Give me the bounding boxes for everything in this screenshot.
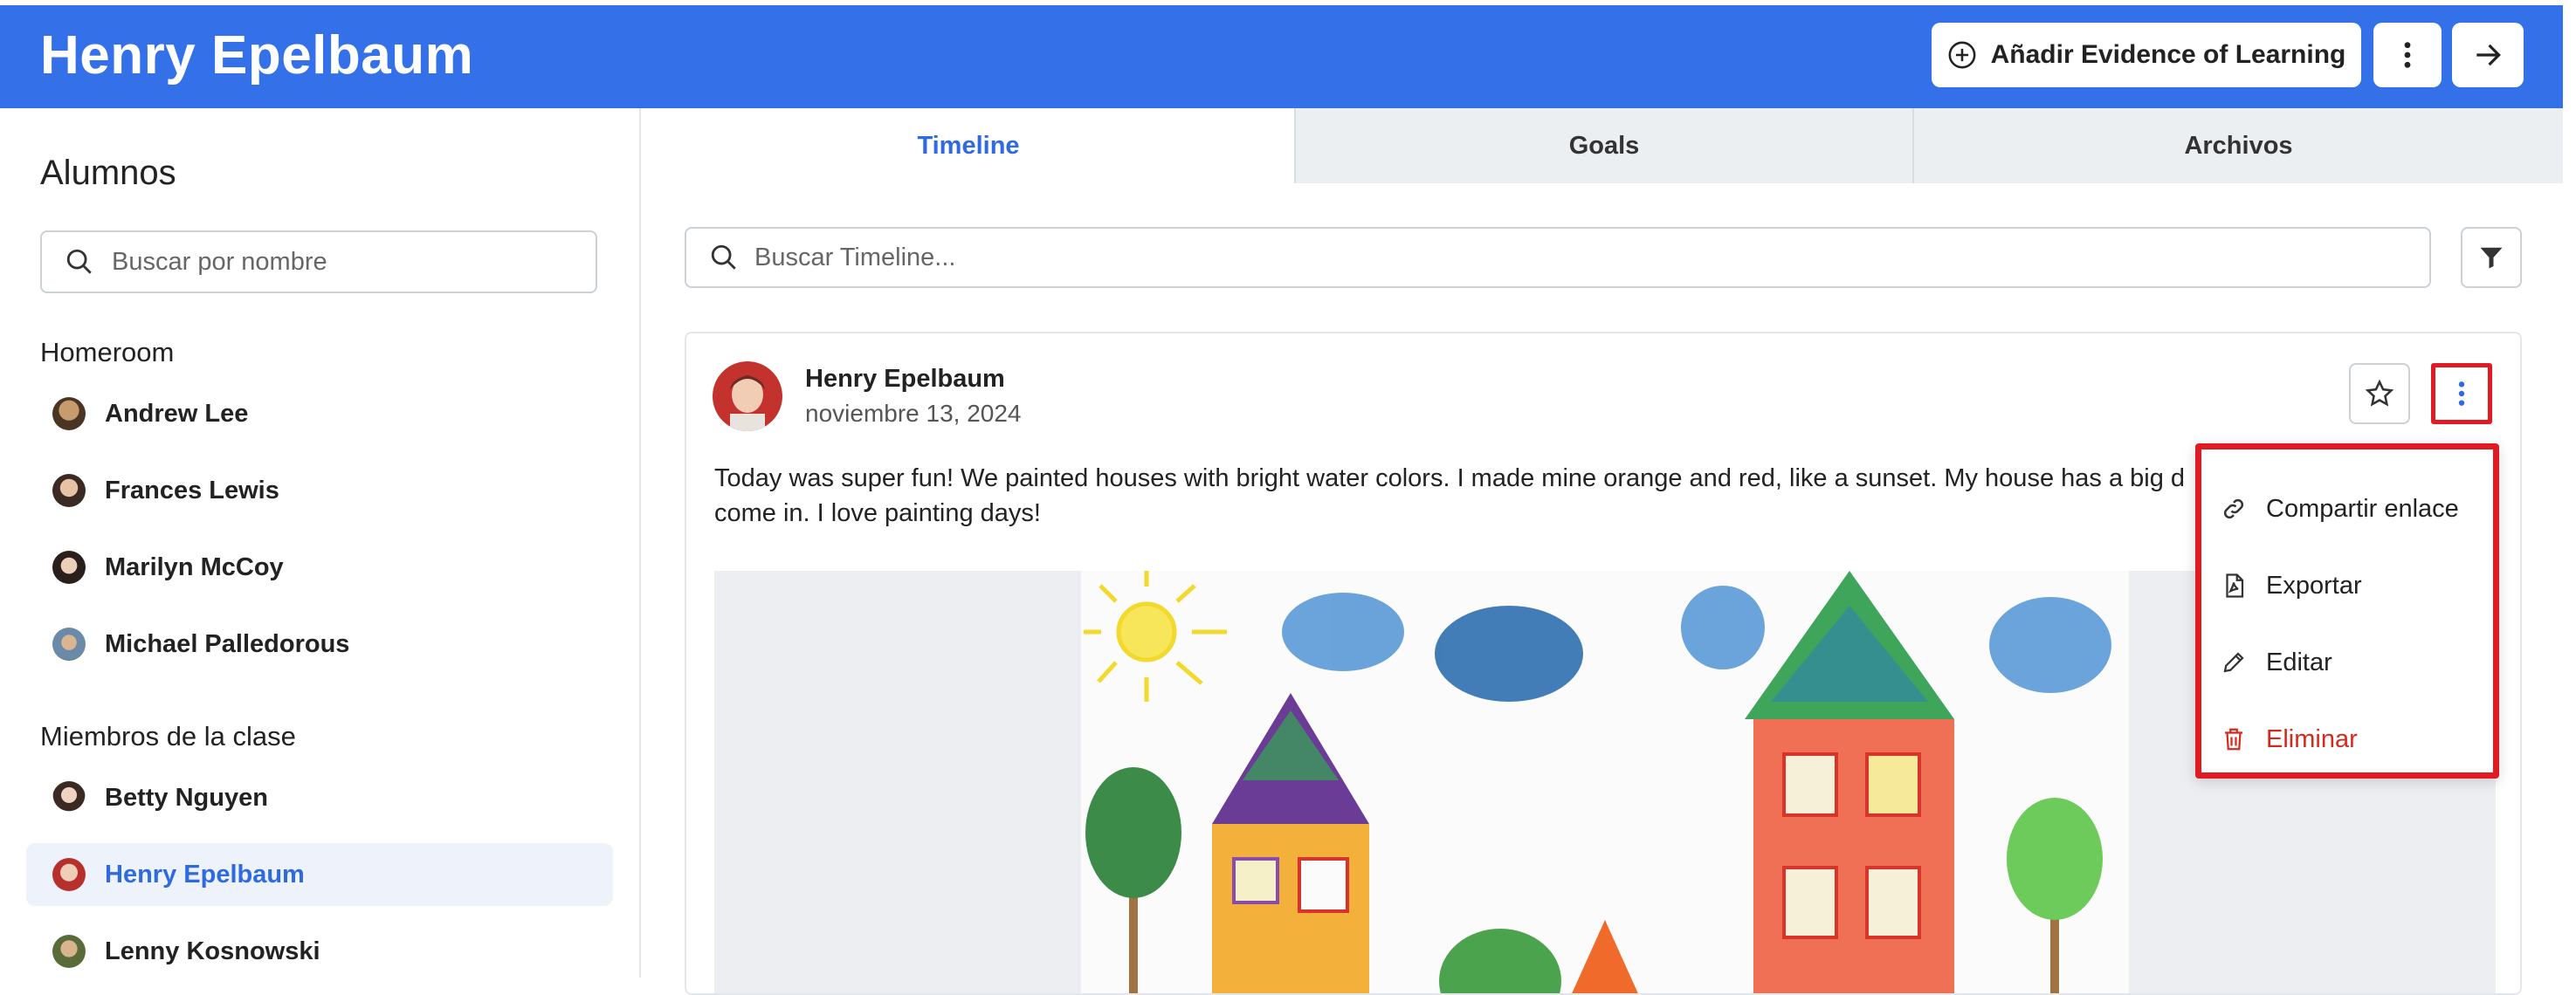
post-text-line-2: come in. I love painting days! xyxy=(714,499,1041,527)
student-item-frances-lewis[interactable]: Frances Lewis xyxy=(26,459,613,522)
pdf-icon xyxy=(2226,573,2244,598)
menu-item-label: Editar xyxy=(2266,648,2332,676)
menu-item-edit[interactable]: Editar xyxy=(2221,636,2332,689)
avatar xyxy=(52,397,86,430)
add-evidence-button[interactable]: Añadir Evidence of Learning xyxy=(1932,23,2361,87)
tab-timeline[interactable]: Timeline xyxy=(643,108,1294,183)
student-item-marilyn-mccoy[interactable]: Marilyn McCoy xyxy=(26,536,613,599)
filter-button[interactable] xyxy=(2461,227,2522,288)
tab-files[interactable]: Archivos xyxy=(1912,108,2563,183)
post-text-line-1: Today was super fun! We painted houses w… xyxy=(714,464,2186,492)
post-image[interactable] xyxy=(1081,571,2129,993)
avatar xyxy=(52,935,86,968)
timeline-search-field[interactable] xyxy=(685,227,2431,288)
vertical-dots-icon xyxy=(2458,381,2465,406)
post-date: noviembre 13, 2024 xyxy=(805,400,1022,427)
plus-circle-icon xyxy=(1948,41,1976,69)
post-text: Today was super fun! We painted houses w… xyxy=(714,461,2426,531)
favorite-button[interactable] xyxy=(2349,363,2410,424)
tab-bar: Timeline Goals Archivos xyxy=(643,108,2563,183)
vertical-dots-icon xyxy=(2404,42,2411,68)
avatar xyxy=(713,361,782,431)
filter-icon xyxy=(2480,247,2503,269)
link-icon xyxy=(2223,498,2244,519)
student-name: Frances Lewis xyxy=(105,476,279,504)
student-name: Michael Palledorous xyxy=(105,629,350,658)
avatar xyxy=(52,858,86,891)
header-more-button[interactable] xyxy=(2373,23,2442,87)
search-icon xyxy=(66,249,92,274)
student-name: Marilyn McCoy xyxy=(105,552,284,581)
avatar xyxy=(52,474,86,507)
post-author: Henry Epelbaum xyxy=(805,365,1005,393)
tab-goals[interactable]: Goals xyxy=(1294,108,1912,183)
menu-item-label: Compartir enlace xyxy=(2266,494,2459,523)
star-icon xyxy=(2365,379,2394,407)
trash-icon xyxy=(2225,728,2242,751)
menu-item-delete[interactable]: Eliminar xyxy=(2221,713,2358,765)
page-title: Henry Epelbaum xyxy=(40,25,474,86)
student-name: Henry Epelbaum xyxy=(105,860,305,889)
student-item-betty-nguyen[interactable]: Betty Nguyen xyxy=(26,766,613,829)
menu-item-label: Eliminar xyxy=(2266,724,2358,753)
add-evidence-label: Añadir Evidence of Learning xyxy=(1990,40,2346,69)
avatar xyxy=(52,628,86,661)
menu-item-export[interactable]: Exportar xyxy=(2221,559,2362,612)
avatar xyxy=(52,551,86,584)
pencil-icon xyxy=(2223,652,2244,673)
student-item-lenny-kosnowski[interactable]: Lenny Kosnowski xyxy=(26,920,613,983)
student-name: Betty Nguyen xyxy=(105,783,268,812)
menu-item-share-link[interactable]: Compartir enlace xyxy=(2221,483,2459,535)
student-search-input[interactable] xyxy=(112,247,566,277)
sidebar-heading: Alumnos xyxy=(40,154,176,192)
student-search-field[interactable] xyxy=(40,230,597,293)
menu-item-label: Exportar xyxy=(2266,571,2362,600)
group-label-homeroom: Homeroom xyxy=(40,337,175,367)
arrow-right-icon xyxy=(2476,44,2501,66)
student-name: Andrew Lee xyxy=(105,399,249,428)
students-sidebar: Alumnos Homeroom Andrew Lee Frances Lewi… xyxy=(0,108,641,978)
student-item-andrew-lee[interactable]: Andrew Lee xyxy=(26,382,613,445)
post-more-button[interactable] xyxy=(2431,363,2492,424)
avatar xyxy=(52,781,86,814)
forward-button[interactable] xyxy=(2452,23,2524,87)
post-actions-menu: Compartir enlace Exportar Editar Elimina… xyxy=(2195,443,2499,779)
timeline-search-input[interactable] xyxy=(754,243,2414,272)
student-name: Lenny Kosnowski xyxy=(105,937,320,965)
search-icon xyxy=(711,244,736,270)
student-item-henry-epelbaum[interactable]: Henry Epelbaum xyxy=(26,843,613,906)
student-item-michael-palledorous[interactable]: Michael Palledorous xyxy=(26,613,613,676)
app-header: Henry Epelbaum Añadir Evidence of Learni… xyxy=(0,5,2563,108)
group-label-class-members: Miembros de la clase xyxy=(40,721,296,751)
